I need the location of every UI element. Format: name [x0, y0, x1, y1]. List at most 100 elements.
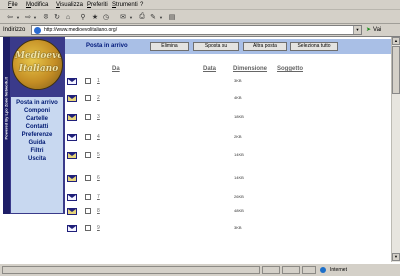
table-row[interactable]: 5 14KB [66, 151, 266, 161]
message-link[interactable]: 8 [97, 208, 100, 214]
nav-contatti[interactable]: Contatti [11, 123, 63, 131]
nav-menu: Posta in arrivo Componi Cartelle Contatt… [11, 97, 63, 213]
menu-file[interactable]: File [8, 1, 18, 9]
column-size[interactable]: Dimensione [233, 66, 267, 72]
go-arrow-icon: ➤ [366, 27, 372, 33]
sidebar-vertical-text: Powered By Lpo Zone Network.it [3, 77, 9, 140]
envelope-open-icon [67, 208, 77, 215]
back-icon[interactable]: ⇦ [5, 12, 15, 22]
edit-icon[interactable]: ✎ [148, 12, 158, 22]
table-row[interactable]: 3 18KB [66, 113, 266, 123]
menu-bar: File Modifica Visualizza Preferiti Strum… [0, 0, 400, 10]
chevron-down-icon[interactable]: ▼ [353, 26, 361, 34]
table-row[interactable]: 6 14KB [66, 174, 266, 184]
message-link[interactable]: 3 [97, 114, 100, 120]
favorites-icon[interactable]: ★ [90, 12, 100, 22]
address-field[interactable]: http://www.medioevolitaliano.org/ ▼ [31, 25, 362, 35]
stop-icon[interactable]: ⦻ [41, 12, 51, 22]
scroll-up-icon[interactable]: ▲ [392, 37, 400, 45]
message-link[interactable]: 7 [97, 194, 100, 200]
message-checkbox[interactable] [85, 225, 91, 231]
nav-preferenze[interactable]: Preferenze [11, 131, 63, 139]
table-row[interactable]: 4 2KB [66, 133, 266, 143]
table-row[interactable]: 7 26KB [66, 193, 266, 203]
envelope-icon [67, 134, 77, 141]
security-zone: Internet [330, 267, 347, 273]
discuss-icon[interactable]: ▤ [167, 12, 177, 22]
menu-strumenti[interactable]: Strumenti [112, 1, 138, 9]
address-bar: Indirizzo http://www.medioevolitaliano.o… [0, 24, 400, 37]
nav-componi[interactable]: Componi [11, 107, 63, 115]
table-row[interactable]: 9 3KB [66, 224, 266, 234]
message-size: 2KB [234, 134, 242, 139]
status-pane [282, 266, 300, 274]
message-checkbox[interactable] [85, 95, 91, 101]
scroll-thumb[interactable] [392, 46, 400, 94]
scroll-down-icon[interactable]: ▼ [392, 253, 400, 261]
envelope-icon [67, 78, 77, 85]
table-row[interactable]: 2 4KB [66, 94, 266, 104]
internet-zone-icon [320, 267, 326, 273]
message-checkbox[interactable] [85, 194, 91, 200]
print-icon[interactable]: ⎙ [137, 12, 147, 22]
site-logo[interactable]: Medioevo Italiano [12, 39, 63, 90]
nav-cartelle[interactable]: Cartelle [11, 115, 63, 123]
go-button[interactable]: ➤ Vai [366, 26, 381, 35]
logo-text-2: Italiano [18, 64, 59, 74]
message-checkbox[interactable] [85, 152, 91, 158]
chevron-down-icon[interactable]: ▼ [158, 12, 164, 22]
search-icon[interactable]: ⚲ [78, 12, 88, 22]
message-size: 18KB [234, 114, 244, 119]
refresh-icon[interactable]: ↻ [52, 12, 62, 22]
column-date[interactable]: Data [203, 66, 216, 72]
status-pane [262, 266, 280, 274]
vertical-scrollbar[interactable]: ▲ ▼ [391, 37, 400, 262]
more-mail-button[interactable]: Altra posta [243, 42, 287, 51]
nav-filtri[interactable]: Filtri [11, 147, 63, 155]
column-subject[interactable]: Soggetto [277, 66, 303, 72]
message-link[interactable]: 4 [97, 134, 100, 140]
address-url[interactable]: http://www.medioevolitaliano.org/ [44, 27, 117, 34]
sidebar: Powered By Lpo Zone Network.it Medioevo … [3, 37, 65, 214]
menu-preferiti[interactable]: Preferiti [87, 1, 108, 9]
envelope-open-icon [67, 152, 77, 159]
menu-help[interactable]: ? [140, 1, 143, 9]
history-icon[interactable]: ◷ [101, 12, 111, 22]
status-pane [302, 266, 316, 274]
page-viewport: Powered By Lpo Zone Network.it Medioevo … [0, 37, 400, 262]
chevron-down-icon[interactable]: ▼ [15, 12, 21, 22]
message-link[interactable]: 1 [97, 78, 100, 84]
menu-modifica[interactable]: Modifica [26, 1, 48, 9]
mail-icon[interactable]: ✉ [118, 12, 128, 22]
message-checkbox[interactable] [85, 208, 91, 214]
move-button[interactable]: Sposta su [193, 42, 239, 51]
page-icon [34, 27, 41, 34]
table-row[interactable]: 1 3KB [66, 77, 266, 87]
nav-uscita[interactable]: Uscita [11, 155, 63, 163]
nav-guida[interactable]: Guida [11, 139, 63, 147]
message-size: 4KB [234, 95, 242, 100]
message-link[interactable]: 2 [97, 95, 100, 101]
message-link[interactable]: 9 [97, 225, 100, 231]
message-size: 3KB [234, 225, 242, 230]
envelope-icon [67, 194, 77, 201]
message-size: 14KB [234, 152, 244, 157]
home-icon[interactable]: ⌂ [63, 12, 73, 22]
toolbar: ⇦ ▼ ⇨ ▼ ⦻ ↻ ⌂ ⚲ ★ ◷ ✉ ▼ ⎙ ✎ ▼ ▤ [0, 10, 400, 24]
nav-posta-in-arrivo[interactable]: Posta in arrivo [11, 99, 63, 107]
envelope-open-icon [67, 114, 77, 121]
message-link[interactable]: 5 [97, 152, 100, 158]
column-from[interactable]: Da [112, 66, 120, 72]
select-all-button[interactable]: Seleziona tutto [290, 42, 338, 51]
message-link[interactable]: 6 [97, 175, 100, 181]
message-checkbox[interactable] [85, 175, 91, 181]
chevron-down-icon[interactable]: ▼ [128, 12, 134, 22]
message-checkbox[interactable] [85, 78, 91, 84]
table-row[interactable]: 8 48KB [66, 207, 266, 217]
sidebar-strip: Powered By Lpo Zone Network.it [3, 37, 10, 214]
message-checkbox[interactable] [85, 134, 91, 140]
menu-visualizza[interactable]: Visualizza [56, 1, 83, 9]
delete-button[interactable]: Elimina [150, 42, 189, 51]
message-checkbox[interactable] [85, 114, 91, 120]
chevron-down-icon[interactable]: ▼ [32, 12, 38, 22]
